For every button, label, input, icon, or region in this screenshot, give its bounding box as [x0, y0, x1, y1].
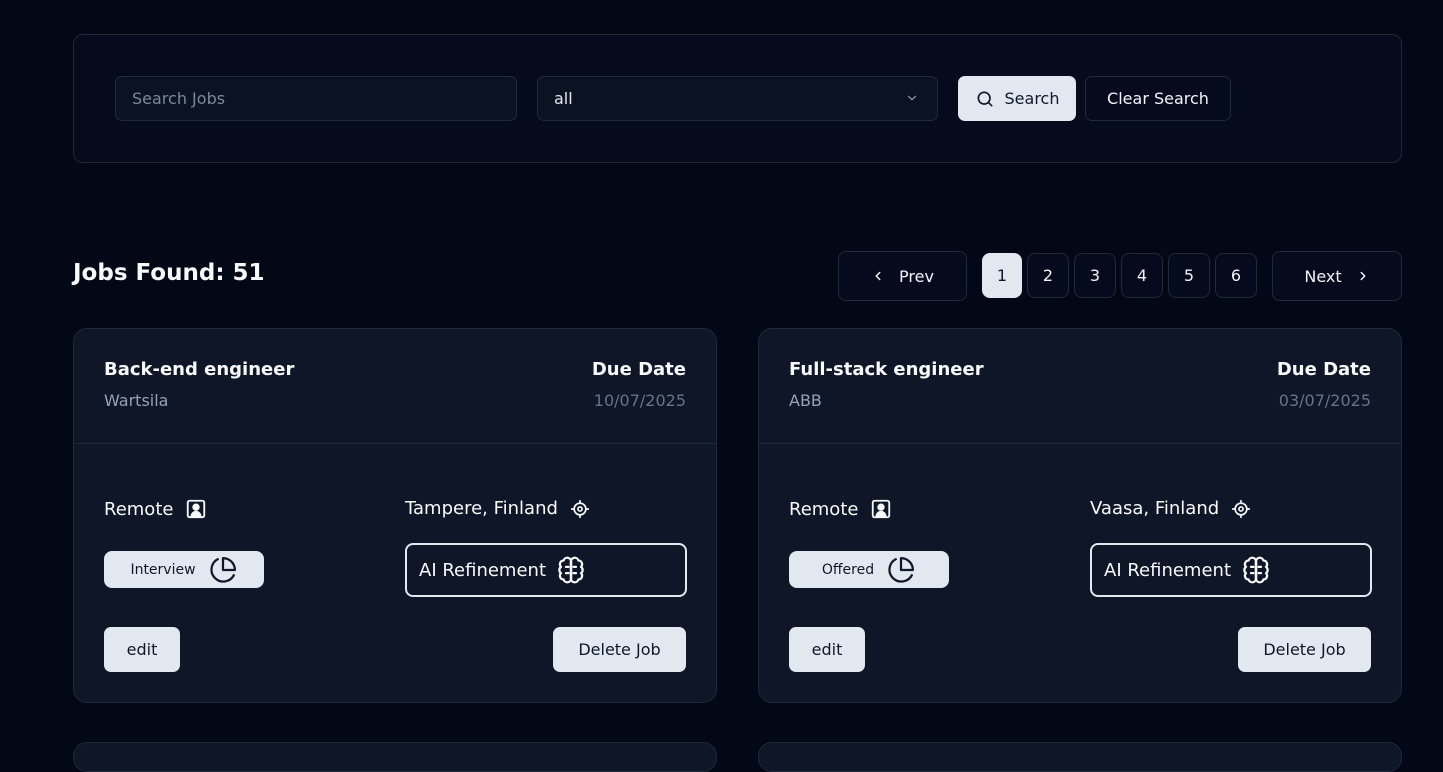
jobs-found-count: Jobs Found: 51 [73, 260, 265, 286]
due-date-value: 10/07/2025 [593, 391, 686, 410]
ai-refinement-label: AI Refinement [1104, 559, 1232, 581]
search-icon [977, 91, 993, 106]
page-button-3[interactable]: 3 [1074, 253, 1116, 298]
next-label: Next [1304, 266, 1342, 286]
chevron-left-icon [875, 271, 881, 281]
clear-search-label: Clear Search [1107, 89, 1209, 108]
status-badge[interactable]: Interview [104, 551, 264, 588]
chevron-down-icon [907, 95, 917, 101]
job-location: Vaasa, Finland [1090, 498, 1251, 519]
work-type-label: Remote [104, 498, 174, 520]
delete-label: Delete Job [1263, 640, 1346, 659]
page-button-6[interactable]: 6 [1215, 253, 1257, 298]
due-date-label: Due Date [591, 359, 686, 380]
search-input[interactable] [115, 76, 517, 121]
edit-label: edit [811, 640, 843, 659]
edit-label: edit [126, 640, 158, 659]
delete-label: Delete Job [578, 640, 661, 659]
due-date-value: 03/07/2025 [1278, 391, 1371, 410]
work-type-label: Remote [789, 498, 859, 520]
edit-button[interactable]: edit [104, 627, 180, 672]
page-number: 3 [1089, 266, 1101, 285]
pie-chart-icon [888, 556, 915, 583]
status-label: Interview [130, 561, 196, 578]
brain-icon [1243, 556, 1269, 584]
page-number: 1 [996, 266, 1008, 285]
location-label: Tampere, Finland [405, 498, 558, 519]
pie-chart-icon [209, 556, 236, 583]
location-label: Vaasa, Finland [1090, 498, 1220, 519]
prev-page-button[interactable]: Prev [838, 251, 967, 301]
next-page-button[interactable]: Next [1272, 251, 1402, 301]
page-number: 2 [1042, 266, 1054, 285]
page-number: 4 [1136, 266, 1148, 285]
user-square-icon [872, 499, 891, 519]
job-title: Back-end engineer [104, 359, 295, 380]
search-button[interactable]: Search [958, 76, 1076, 121]
search-button-label: Search [1004, 89, 1060, 108]
company-name: Wartsila [104, 391, 169, 410]
page-button-5[interactable]: 5 [1168, 253, 1210, 298]
status-label: Offered [821, 561, 875, 578]
edit-button[interactable]: edit [789, 627, 865, 672]
status-badge[interactable]: Offered [789, 551, 949, 588]
delete-job-button[interactable]: Delete Job [553, 627, 686, 672]
delete-job-button[interactable]: Delete Job [1238, 627, 1371, 672]
page-button-1[interactable]: 1 [982, 253, 1022, 298]
brain-icon [558, 556, 584, 584]
ai-refinement-button[interactable]: AI Refinement [1090, 543, 1372, 597]
job-card: Back-end engineer Wartsila Due Date 10/0… [73, 328, 717, 703]
user-square-icon [187, 499, 206, 519]
ai-refinement-label: AI Refinement [419, 559, 547, 581]
job-card: Full-stack engineer ABB Due Date 03/07/2… [758, 328, 1402, 703]
card-divider [759, 443, 1401, 444]
chevron-right-icon [1360, 271, 1366, 281]
page-number: 6 [1230, 266, 1242, 285]
status-filter-select[interactable]: all [537, 76, 938, 121]
due-date-label: Due Date [1276, 359, 1371, 380]
page-button-4[interactable]: 4 [1121, 253, 1163, 298]
company-name: ABB [789, 391, 822, 410]
work-type: Remote [789, 498, 892, 520]
page-button-2[interactable]: 2 [1027, 253, 1069, 298]
work-type: Remote [104, 498, 207, 520]
ai-refinement-button[interactable]: AI Refinement [405, 543, 687, 597]
status-filter-value: all [554, 89, 573, 108]
job-location: Tampere, Finland [405, 498, 590, 519]
prev-label: Prev [899, 266, 934, 286]
page-number: 5 [1183, 266, 1195, 285]
card-divider [74, 443, 716, 444]
crosshair-icon [570, 499, 590, 518]
clear-search-button[interactable]: Clear Search [1085, 76, 1231, 121]
search-panel: all Search Clear Search [73, 34, 1402, 163]
crosshair-icon [1231, 499, 1251, 518]
job-title: Full-stack engineer [789, 359, 984, 380]
